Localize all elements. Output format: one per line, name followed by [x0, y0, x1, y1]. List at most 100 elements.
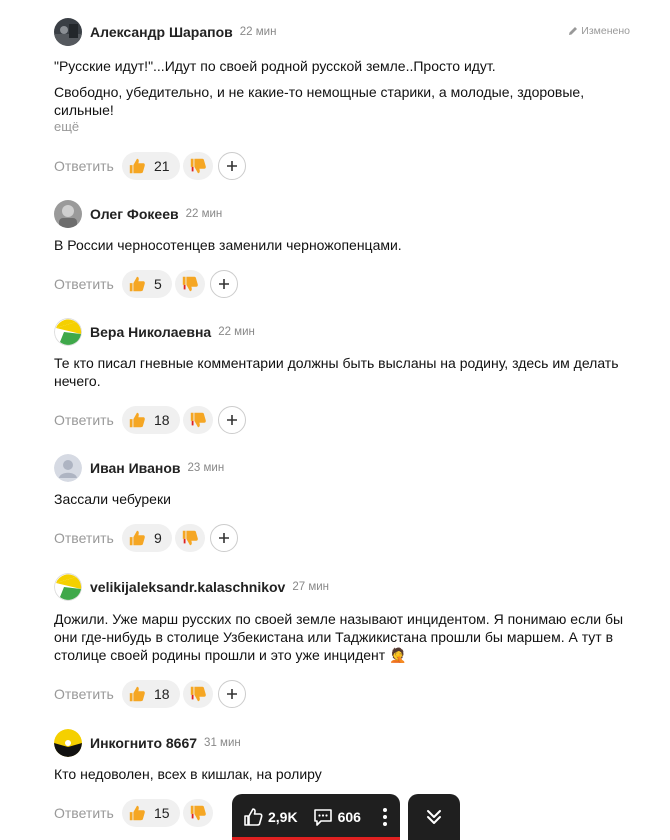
like-count: 5 — [154, 276, 162, 292]
pencil-icon — [569, 27, 578, 35]
reply-button[interactable]: Ответить — [54, 158, 122, 174]
comment-time: 22 мин — [185, 208, 223, 220]
plus-icon — [218, 279, 229, 289]
comment-paragraph: Кто недоволен, всех в кишлак, на ролиру — [54, 766, 322, 782]
scroll-down-button[interactable] — [408, 794, 460, 840]
dislike-button[interactable] — [182, 152, 213, 180]
plus-icon — [226, 415, 237, 425]
author-name[interactable]: Олег Фокеев — [90, 206, 179, 222]
add-reaction-button[interactable] — [209, 524, 238, 552]
avatar[interactable] — [54, 18, 82, 46]
thumbs-down-icon — [190, 805, 206, 821]
dislike-button[interactable] — [182, 799, 213, 827]
dislike-button[interactable] — [182, 680, 213, 708]
reply-button[interactable]: Ответить — [54, 530, 122, 546]
comment-paragraph: "Русские идут!"...Идут по своей родной р… — [54, 58, 496, 74]
article-like-count: 2,9K — [268, 809, 298, 825]
comment: Иван Иванов 23 мин Зассали чебуреки Отве… — [54, 454, 644, 552]
comment-header: Олег Фокеев 22 мин — [54, 200, 644, 228]
comment-paragraph: Дожили. Уже марш русских по своей земле … — [54, 611, 624, 663]
add-reaction-button[interactable] — [217, 680, 246, 708]
like-button[interactable]: 9 — [122, 524, 172, 552]
avatar[interactable] — [54, 454, 82, 482]
add-reaction-button[interactable] — [209, 270, 238, 298]
show-more-link[interactable]: ещё — [54, 119, 644, 135]
dislike-button[interactable] — [182, 406, 213, 434]
comment-header: Вера Николаевна 22 мин — [54, 318, 644, 346]
like-button[interactable]: 5 — [122, 270, 172, 298]
plus-icon — [218, 533, 229, 543]
reply-button[interactable]: Ответить — [54, 805, 122, 821]
like-button[interactable]: 18 — [122, 680, 180, 708]
author-name[interactable]: velikijaleksandr.kalaschnikov — [90, 579, 285, 595]
thumbs-down-icon — [190, 158, 206, 174]
comment-paragraph: Те кто писал гневные комментарии должны … — [54, 355, 619, 389]
like-button[interactable]: 21 — [122, 152, 180, 180]
thumbs-down-icon — [190, 686, 206, 702]
comment-text: Те кто писал гневные комментарии должны … — [54, 354, 644, 390]
add-reaction-button[interactable] — [217, 152, 246, 180]
author-name[interactable]: Александр Шарапов — [90, 24, 233, 40]
thumbs-up-icon — [129, 805, 145, 821]
avatar[interactable] — [54, 200, 82, 228]
bottom-action-bar: 2,9K 606 — [232, 794, 460, 840]
comment-paragraph: Зассали чебуреки — [54, 491, 171, 507]
comment-time: 27 мин — [292, 581, 330, 593]
thumbs-up-icon — [129, 276, 145, 292]
like-button[interactable]: 15 — [122, 799, 180, 827]
comment-text: Кто недоволен, всех в кишлак, на ролиру — [54, 765, 644, 783]
author-name[interactable]: Иван Иванов — [90, 460, 181, 476]
thumbs-down-icon — [182, 530, 198, 546]
comment-actions: Ответить 18 — [54, 406, 644, 434]
reply-button[interactable]: Ответить — [54, 686, 122, 702]
like-count: 18 — [154, 686, 170, 702]
like-outline-icon — [244, 808, 263, 826]
engagement-panel: 2,9K 606 — [232, 794, 400, 840]
comment-text: Зассали чебуреки — [54, 490, 644, 508]
comment-header: Иван Иванов 23 мин — [54, 454, 644, 482]
comment-actions: Ответить 9 — [54, 524, 644, 552]
more-options-button[interactable] — [382, 807, 388, 830]
reply-button[interactable]: Ответить — [54, 412, 122, 428]
comments-count: 606 — [337, 809, 361, 825]
like-button[interactable]: 18 — [122, 406, 180, 434]
like-count: 21 — [154, 158, 170, 174]
thumbs-up-icon — [129, 158, 145, 174]
avatar[interactable] — [54, 573, 82, 601]
dislike-button[interactable] — [174, 524, 205, 552]
comment: Олег Фокеев 22 мин В России черносотенце… — [54, 200, 644, 298]
thumbs-down-icon — [182, 276, 198, 292]
thumbs-up-icon — [129, 686, 145, 702]
comment: Вера Николаевна 22 мин Те кто писал гнев… — [54, 318, 644, 434]
edited-label: Изменено — [568, 25, 630, 37]
reply-button[interactable]: Ответить — [54, 276, 122, 292]
comment-time: 31 мин — [204, 737, 241, 749]
like-count: 18 — [154, 412, 170, 428]
author-name[interactable]: Инкогнито 8667 — [90, 735, 197, 751]
comment: Александр Шарапов 22 мин Изменено "Русск… — [54, 18, 644, 180]
comment-header: velikijaleksandr.kalaschnikov 27 мин — [54, 573, 644, 601]
comment: velikijaleksandr.kalaschnikov 27 мин Дож… — [54, 573, 644, 708]
plus-icon — [226, 161, 237, 171]
more-vertical-icon — [383, 808, 387, 826]
comment-actions: Ответить 5 — [54, 270, 644, 298]
comment-time: 23 мин — [187, 462, 225, 474]
avatar[interactable] — [54, 318, 82, 346]
add-reaction-button[interactable] — [217, 406, 246, 434]
like-count: 15 — [154, 805, 170, 821]
avatar[interactable] — [54, 729, 82, 757]
comment-text: В России черносотенцев заменили черножоп… — [54, 236, 644, 254]
article-like-button[interactable]: 2,9K — [242, 806, 298, 828]
dislike-button[interactable] — [174, 270, 205, 298]
author-name[interactable]: Вера Николаевна — [90, 324, 211, 340]
like-count: 9 — [154, 530, 162, 546]
comment-actions: Ответить 18 — [54, 680, 644, 708]
double-chevron-down-icon — [427, 810, 441, 824]
comment-actions: Ответить 21 — [54, 152, 644, 180]
comment-header: Инкогнито 8667 31 мин — [54, 729, 644, 757]
comments-button[interactable]: 606 — [312, 806, 361, 828]
comment-text: "Русские идут!"...Идут по своей родной р… — [54, 57, 644, 119]
plus-icon — [226, 689, 237, 699]
comment-paragraph: В России черносотенцев заменили черножоп… — [54, 237, 402, 253]
thumbs-up-icon — [129, 530, 145, 546]
